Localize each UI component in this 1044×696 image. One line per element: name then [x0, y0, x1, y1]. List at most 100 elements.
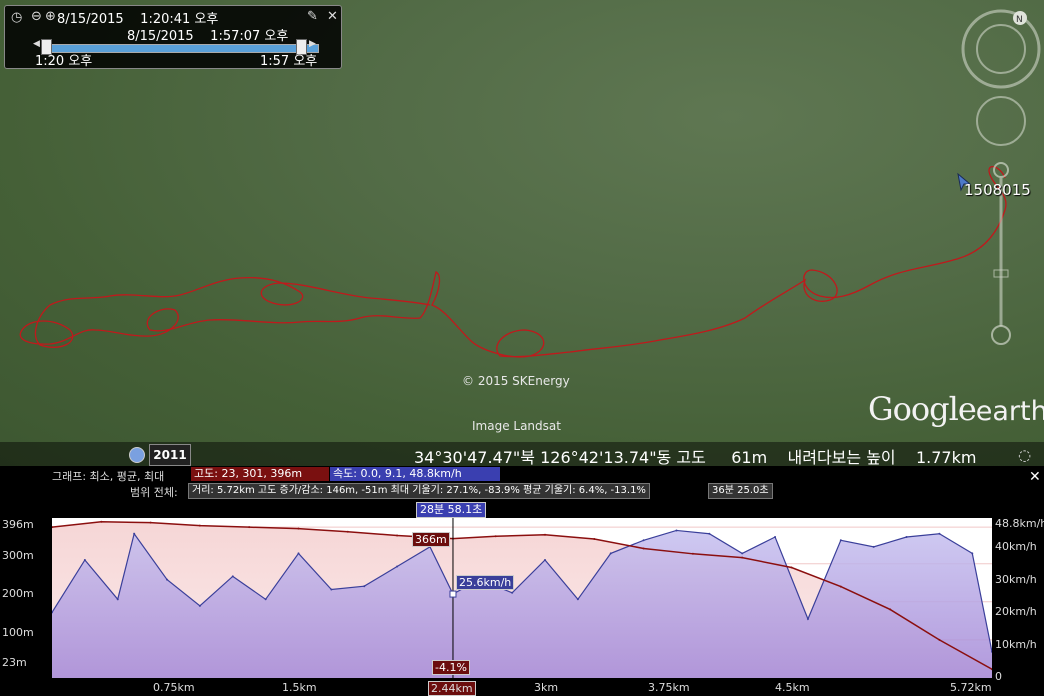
cursor-speed-marker [449, 590, 457, 598]
speed-point [198, 604, 201, 607]
speed-point [363, 585, 366, 588]
loading-spinner-icon: ◌ [1018, 446, 1032, 464]
elevation-point [691, 552, 694, 555]
selection-duration-badge: 28분 58.1초 [416, 502, 487, 518]
y-left-tick: 396m [2, 518, 34, 531]
speed-point [642, 539, 645, 542]
elevation-point [741, 556, 744, 559]
zoom-out-icon[interactable]: ⊖ [31, 9, 42, 24]
speed-point [83, 558, 86, 561]
historical-imagery-icon[interactable] [129, 447, 145, 463]
speed-point [872, 545, 875, 548]
speed-point [576, 598, 579, 601]
wrench-icon[interactable]: ✎ [307, 9, 318, 24]
speed-point [231, 575, 234, 578]
elevation-point [396, 534, 399, 537]
zoom-in-button[interactable] [993, 162, 1009, 178]
speed-point [675, 529, 678, 532]
elevation-point [593, 537, 596, 540]
x-tick: 5.72km [950, 681, 992, 694]
y-left-tick: 100m [2, 626, 34, 639]
close-profile-icon[interactable]: ✕ [1029, 469, 1041, 485]
y-right-tick: 20km/h [995, 605, 1037, 618]
cursor-speed-tag: 25.6km/h [456, 575, 515, 590]
speed-point [708, 532, 711, 535]
x-tick: 1.5km [282, 681, 317, 694]
elevation-point [790, 566, 793, 569]
speed-point [971, 552, 974, 555]
imagery-year-badge: 2011 [149, 444, 191, 466]
speed-point [133, 532, 136, 535]
elevation-point [494, 535, 497, 538]
zoom-in-icon[interactable]: ⊕ [45, 9, 56, 24]
track-line [19, 166, 1007, 358]
range-stats: 거리: 5.72km 고도 증가/감소: 146m, -51m 최대 기울기: … [188, 483, 650, 499]
map-view[interactable]: ◷ ⊖ ⊕ 8/15/2015 1:20:41 오후 8/15/2015 1:5… [0, 0, 1044, 466]
cursor-slope-tag: -4.1% [432, 660, 470, 675]
y-right-tick: 0 [995, 670, 1002, 683]
elevation-point [839, 585, 842, 588]
profile-plot-area[interactable] [51, 518, 993, 678]
speed-point [166, 578, 169, 581]
time-slider-panel[interactable]: ◷ ⊖ ⊕ 8/15/2015 1:20:41 오후 8/15/2015 1:5… [4, 5, 342, 69]
logo-earth: earth [975, 396, 1044, 427]
speed-point [297, 552, 300, 555]
copyright-text: © 2015 SKEnergy [462, 374, 570, 388]
speed-point [839, 539, 842, 542]
speed-point [741, 552, 744, 555]
step-back-icon[interactable]: ◀ [33, 39, 40, 49]
look-joystick[interactable] [961, 9, 1041, 89]
time-max-label: 1:57 오후 [260, 54, 318, 69]
speed-point [116, 598, 119, 601]
profile-chart[interactable] [51, 518, 993, 678]
y-right-tick: 48.8km/h [995, 517, 1044, 530]
speed-point [938, 532, 941, 535]
x-tick: 3km [534, 681, 559, 694]
y-right-tick: 10km/h [995, 638, 1037, 651]
move-joystick[interactable] [976, 96, 1026, 146]
cursor-elevation-tag: 366m [412, 532, 450, 547]
speed-point [544, 558, 547, 561]
range-time: 36분 25.0초 [708, 483, 773, 499]
close-icon[interactable]: ✕ [327, 9, 338, 24]
speed-point [905, 536, 908, 539]
elevation-point [889, 608, 892, 611]
logo-google: Google [868, 390, 977, 428]
x-cursor-tick: 2.44km [428, 681, 476, 696]
elevation-point [642, 547, 645, 550]
coordinate-readout: 34°30'47.47"북 126°42'13.74"동 고도 61m 내려다보… [414, 448, 977, 466]
elevation-point [198, 524, 201, 527]
look-joystick-inner[interactable] [976, 24, 1026, 74]
clock-icon[interactable]: ◷ [11, 10, 22, 25]
x-tick: 4.5km [775, 681, 810, 694]
y-left-tick: 23m [2, 656, 27, 669]
graph-stats-label: 그래프: 최소, 평균, 최대 [52, 470, 165, 483]
y-right-tick: 40km/h [995, 540, 1037, 553]
speed-point [396, 565, 399, 568]
elevation-point [100, 520, 103, 523]
zoom-out-button[interactable] [991, 325, 1011, 345]
elevation-point [149, 521, 152, 524]
x-tick: 3.75km [648, 681, 690, 694]
speed-point [330, 588, 333, 591]
x-tick: 0.75km [153, 681, 195, 694]
north-letter: N [1016, 15, 1023, 25]
imagery-credit: Image Landsat [472, 419, 561, 433]
time-min-label: 1:20 오후 [35, 54, 93, 69]
speed-point [609, 552, 612, 555]
elevation-point [248, 526, 251, 529]
current-time-label: 8/15/2015 1:57:07 오후 [127, 29, 289, 44]
y-left-tick: 200m [2, 587, 34, 600]
y-right-tick: 30km/h [995, 573, 1037, 586]
speed-point [806, 617, 809, 620]
elevation-stats-badge[interactable]: 고도: 23, 301, 396m [191, 467, 329, 481]
speed-stats-badge[interactable]: 속도: 0.0, 9.1, 48.8km/h [330, 467, 500, 481]
speed-point [774, 536, 777, 539]
elevation-point [938, 638, 941, 641]
elevation-point [297, 527, 300, 530]
speed-point [264, 598, 267, 601]
placemark-label[interactable]: 1508015 [964, 181, 1031, 199]
step-forward-icon[interactable]: ▶ [309, 39, 316, 49]
elevation-point [544, 533, 547, 536]
google-earth-logo: Googleearth [868, 390, 1044, 428]
